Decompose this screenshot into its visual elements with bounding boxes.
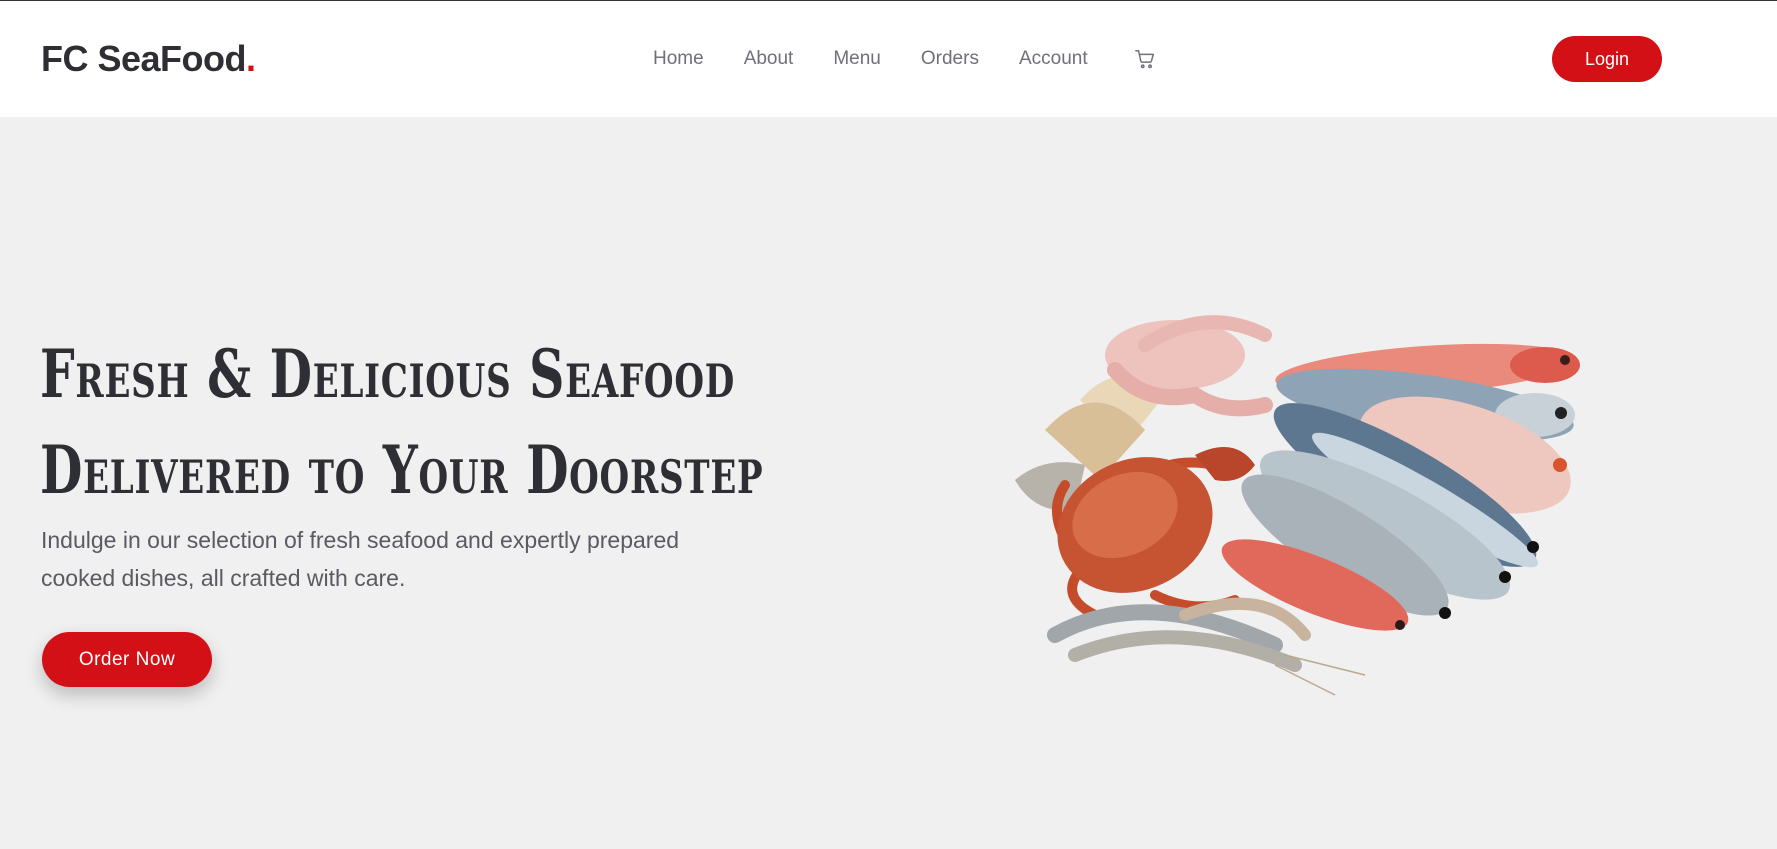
main-nav: Home About Menu Orders Account bbox=[653, 48, 1156, 70]
hero-title: Fresh & Delicious Seafood Delivered to Y… bbox=[40, 326, 763, 518]
order-now-button[interactable]: Order Now bbox=[42, 632, 212, 687]
navbar: FC SeaFood. Home About Menu Orders Accou… bbox=[0, 1, 1777, 117]
nav-account[interactable]: Account bbox=[1019, 48, 1088, 70]
nav-home[interactable]: Home bbox=[653, 48, 704, 70]
hero-title-line2: Delivered to Your Doorstep bbox=[40, 431, 764, 509]
crab bbox=[1052, 447, 1255, 620]
nav-orders[interactable]: Orders bbox=[921, 48, 979, 70]
cart-icon[interactable] bbox=[1134, 48, 1156, 70]
brand-name[interactable]: FC SeaFood bbox=[41, 38, 247, 79]
login-button[interactable]: Login bbox=[1552, 36, 1662, 82]
brand-dot: . bbox=[246, 38, 256, 79]
nav-about[interactable]: About bbox=[744, 48, 794, 70]
brand-logo[interactable]: FC SeaFood. bbox=[41, 38, 256, 80]
hero-title-line1: Fresh & Delicious Seafood bbox=[40, 335, 735, 413]
hero-subtitle: Indulge in our selection of fresh seafoo… bbox=[41, 527, 680, 591]
nav-menu[interactable]: Menu bbox=[833, 48, 881, 70]
seafood-assortment-image bbox=[1015, 315, 1580, 696]
shrimps bbox=[1047, 597, 1366, 696]
